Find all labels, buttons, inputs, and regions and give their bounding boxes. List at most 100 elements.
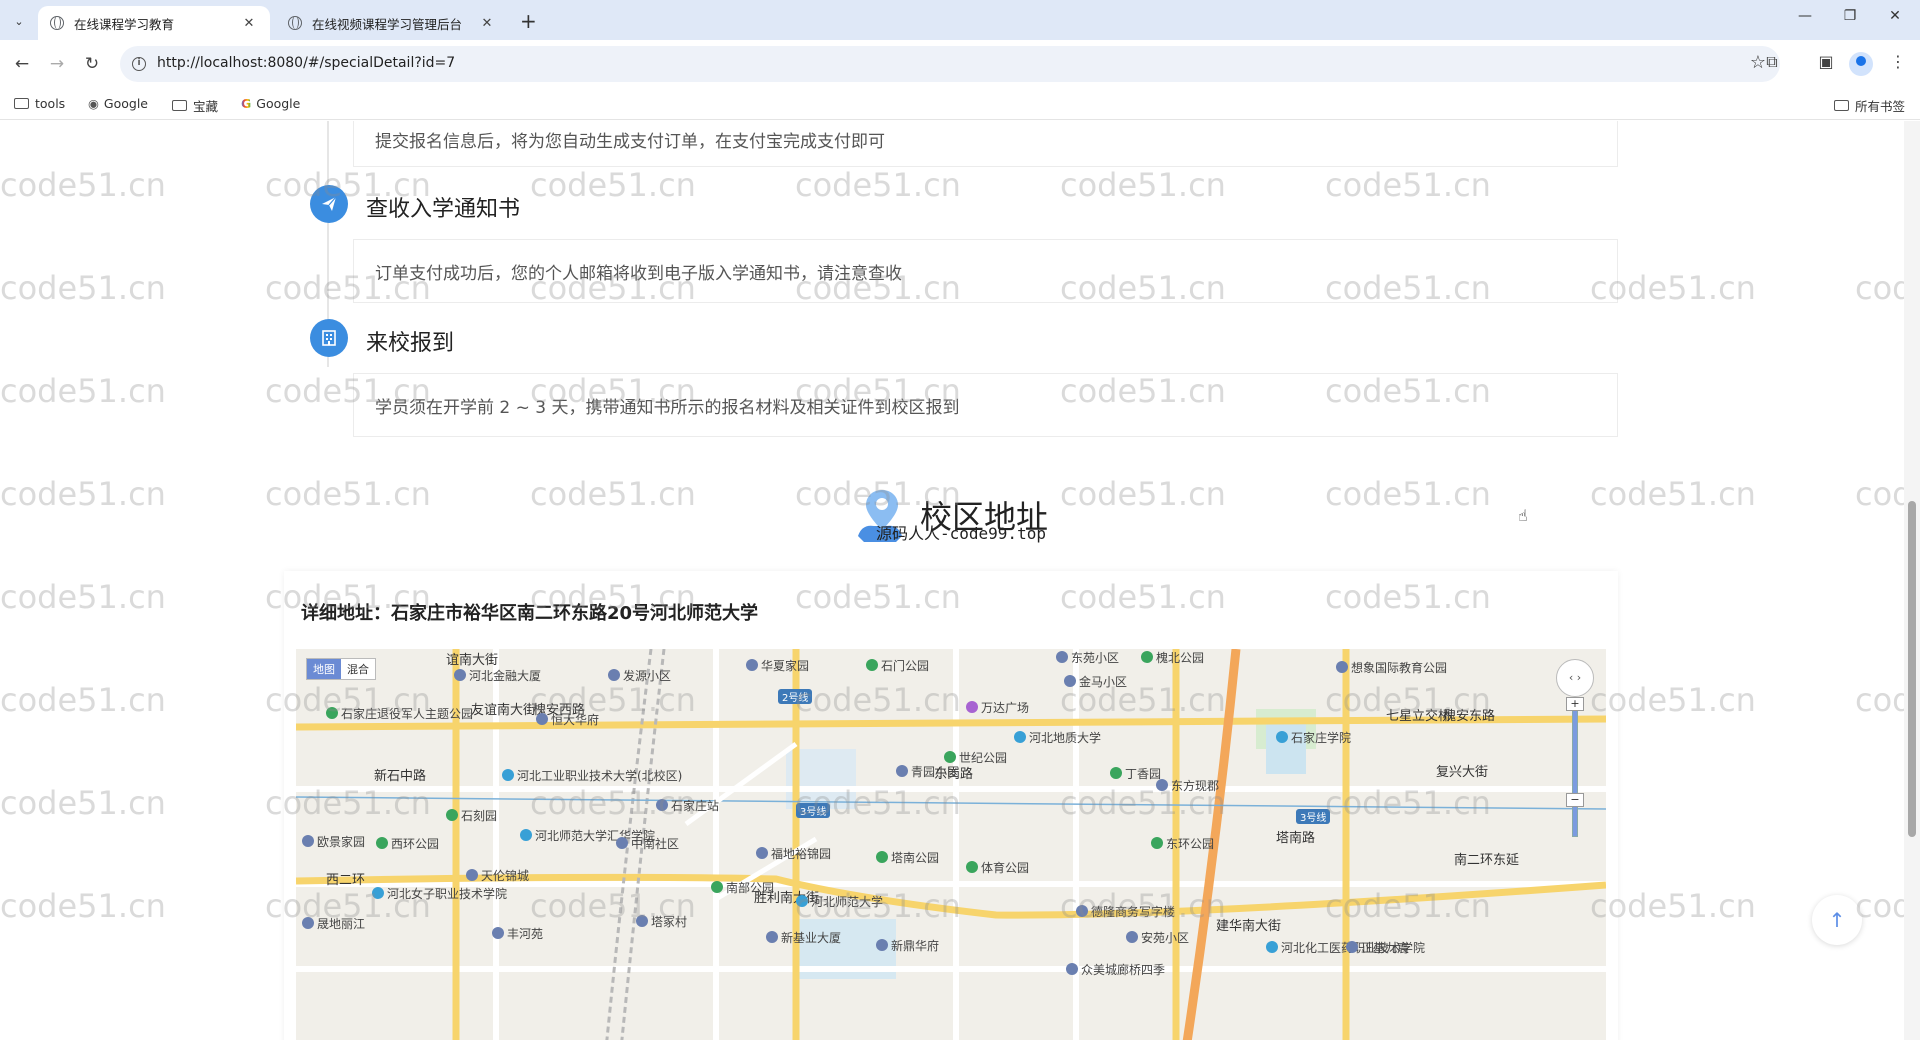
map-label-poi[interactable]: 金马小区 <box>1064 673 1127 690</box>
site-info-icon[interactable]: i <box>132 57 146 71</box>
map-label-poi[interactable]: 众美城廊桥四季 <box>1066 961 1165 978</box>
map-label-metro[interactable]: 3号线 <box>1296 809 1331 824</box>
map-label-text: 石门公园 <box>881 659 930 673</box>
url-text[interactable]: http://localhost:8080/#/specialDetail?id… <box>157 55 455 71</box>
map-label-park[interactable]: 南部公园 <box>711 879 774 896</box>
map-poi-marker-icon <box>446 809 458 821</box>
map-label-poi[interactable]: 恒大华府 <box>536 711 599 728</box>
close-icon[interactable]: ✕ <box>240 16 258 31</box>
map-label-text: 七星立交桥 <box>1386 709 1452 724</box>
map-label-park[interactable]: 东环公园 <box>1151 835 1214 852</box>
map-label-metro[interactable]: 2号线 <box>778 689 813 704</box>
side-panel-icon[interactable]: ▣ <box>1814 52 1838 71</box>
map-label-poi[interactable]: 发源小区 <box>608 667 671 684</box>
restore-icon[interactable]: ❐ <box>1835 8 1865 24</box>
map-label-school[interactable]: 河北女子职业技术学院 <box>372 885 507 902</box>
map-label-poi[interactable]: 想象国际教育公园 <box>1336 659 1447 676</box>
map-poi-marker-icon <box>1110 767 1122 779</box>
address-bar[interactable]: i http://localhost:8080/#/specialDetail?… <box>120 46 1780 82</box>
map-label-poi[interactable]: 华夏家园 <box>746 657 809 674</box>
map-label-poi[interactable]: 新基业大厦 <box>766 929 841 946</box>
menu-kebab-icon[interactable]: ⋮ <box>1886 52 1910 71</box>
map-poi-marker-icon <box>1346 941 1358 953</box>
watermark-text: code51.cn <box>1325 475 1491 513</box>
map-label-park[interactable]: 塔南公园 <box>876 849 939 866</box>
map-label-poi[interactable]: 天伦锦城 <box>466 867 529 884</box>
back-arrow-icon[interactable]: ← <box>10 52 34 76</box>
bookmark-google-2[interactable]: G Google <box>241 96 300 111</box>
map-label-text: 丰河苑 <box>507 927 544 941</box>
map-label-metro[interactable]: 3号线 <box>796 803 831 818</box>
map-label-park[interactable]: 西环公园 <box>376 835 439 852</box>
close-icon[interactable]: ✕ <box>478 16 496 31</box>
map-zoom-slider[interactable] <box>1572 707 1578 837</box>
map-label-poi[interactable]: 正基九宸 <box>1346 939 1409 956</box>
map-label-text: 河北金融大厦 <box>469 669 542 683</box>
map-label-park[interactable]: 体育公园 <box>966 859 1029 876</box>
map-label-text: 福地裕锦园 <box>771 847 832 861</box>
map-label-poi[interactable]: 丰河苑 <box>492 925 543 942</box>
reload-icon[interactable]: ↻ <box>80 52 104 76</box>
page-viewport: 提交报名信息后，将为您自动生成支付订单，在支付宝完成支付即可 查收入学通知书 订… <box>0 121 1904 1040</box>
step-title: 来校报到 <box>366 331 455 356</box>
map-label-poi[interactable]: 青园小区 <box>896 763 959 780</box>
profile-avatar-icon[interactable] <box>1849 52 1873 76</box>
window-close-icon[interactable]: ✕ <box>1880 8 1910 24</box>
zoom-out-button[interactable]: − <box>1566 793 1584 807</box>
back-to-top-button[interactable]: ↑ <box>1812 895 1862 945</box>
map-label-mall[interactable]: 万达广场 <box>966 699 1029 716</box>
cursor-hand-icon: ☝ <box>1518 506 1528 525</box>
map-label-poi[interactable]: 晟地丽江 <box>302 915 365 932</box>
address-card: 详细地址：石家庄市裕华区南二环东路20号河北师范大学 地图 混合 ‹ › + −… <box>284 571 1618 1040</box>
bookmark-treasure[interactable]: 宝藏 <box>172 96 218 115</box>
map-label-poi[interactable]: 福地裕锦园 <box>756 845 831 862</box>
map-label-text: 新鼎华府 <box>891 939 940 953</box>
map-label-poi[interactable]: 欧景家园 <box>302 833 365 850</box>
map-label-text: 3号线 <box>800 807 827 818</box>
map-label-poi[interactable]: 石家庄站 <box>656 797 719 814</box>
map-pan-control[interactable]: ‹ › <box>1556 659 1594 697</box>
scrollbar-thumb[interactable] <box>1908 501 1916 837</box>
bookmark-tools[interactable]: tools <box>14 96 65 111</box>
map-label-park[interactable]: 石刻园 <box>446 807 497 824</box>
map-poi-marker-icon <box>1014 731 1026 743</box>
map-label-park[interactable]: 槐北公园 <box>1141 649 1204 666</box>
map-label-park[interactable]: 石家庄退役军人主题公园 <box>326 705 473 722</box>
map-poi-marker-icon <box>656 799 668 811</box>
forward-arrow-icon[interactable]: → <box>45 52 69 76</box>
map-type-hybrid[interactable]: 混合 <box>341 659 375 679</box>
campus-map[interactable]: 地图 混合 ‹ › + − 槐安西路 槐安东路 新石中路 东岗路 塔南路 南二环东延 七星立… <box>296 649 1606 1040</box>
page-scrollbar[interactable] <box>1904 121 1920 1040</box>
map-label-poi[interactable]: 德隆商务写字楼 <box>1076 903 1175 920</box>
watermark-text: code51.cn <box>265 475 431 513</box>
map-type-switch[interactable]: 地图 混合 <box>306 658 376 680</box>
tab-admin[interactable]: 在线视频课程学习管理后台 ✕ <box>276 6 508 40</box>
map-label-poi[interactable]: 东苑小区 <box>1056 649 1119 666</box>
tab-course-site[interactable]: 在线课程学习教育 ✕ <box>38 6 270 40</box>
map-label-school[interactable]: 河北地质大学 <box>1014 729 1101 746</box>
map-type-map[interactable]: 地图 <box>307 659 341 679</box>
map-label-park[interactable]: 石门公园 <box>866 657 929 674</box>
watermark-text: code51.cn <box>0 784 166 822</box>
map-label-school[interactable]: 石家庄学院 <box>1276 729 1351 746</box>
map-label-poi[interactable]: 新鼎华府 <box>876 937 939 954</box>
map-label-text: 世纪公园 <box>959 751 1008 765</box>
map-label-poi[interactable]: 东方现郡 <box>1156 777 1219 794</box>
map-label-poi[interactable]: 中南社区 <box>616 835 679 852</box>
map-poi-marker-icon <box>966 701 978 713</box>
map-label-poi[interactable]: 安苑小区 <box>1126 929 1189 946</box>
bookmark-all[interactable]: 所有书签 <box>1834 96 1905 115</box>
step-description: 提交报名信息后，将为您自动生成支付订单，在支付宝完成支付即可 <box>375 131 885 152</box>
new-tab-plus-icon[interactable]: + <box>520 9 537 33</box>
map-label-poi[interactable]: 河北金融大厦 <box>454 667 541 684</box>
tab-search-chevron-icon[interactable]: ⌄ <box>8 10 30 32</box>
extensions-icon[interactable]: ⧉ <box>1760 52 1784 72</box>
map-label-school[interactable]: 河北工业职业技术大学(北校区) <box>502 767 682 784</box>
watermark-text: code51.cn <box>0 578 166 616</box>
bookmark-google-1[interactable]: ◉ Google <box>88 96 148 111</box>
zoom-in-button[interactable]: + <box>1566 697 1584 711</box>
map-label-poi[interactable]: 塔冢村 <box>636 913 687 930</box>
map-label-school[interactable]: 河北师范大学 <box>796 893 883 910</box>
map-label-park[interactable]: 丁香园 <box>1110 765 1161 782</box>
minimize-icon[interactable]: — <box>1790 8 1820 24</box>
